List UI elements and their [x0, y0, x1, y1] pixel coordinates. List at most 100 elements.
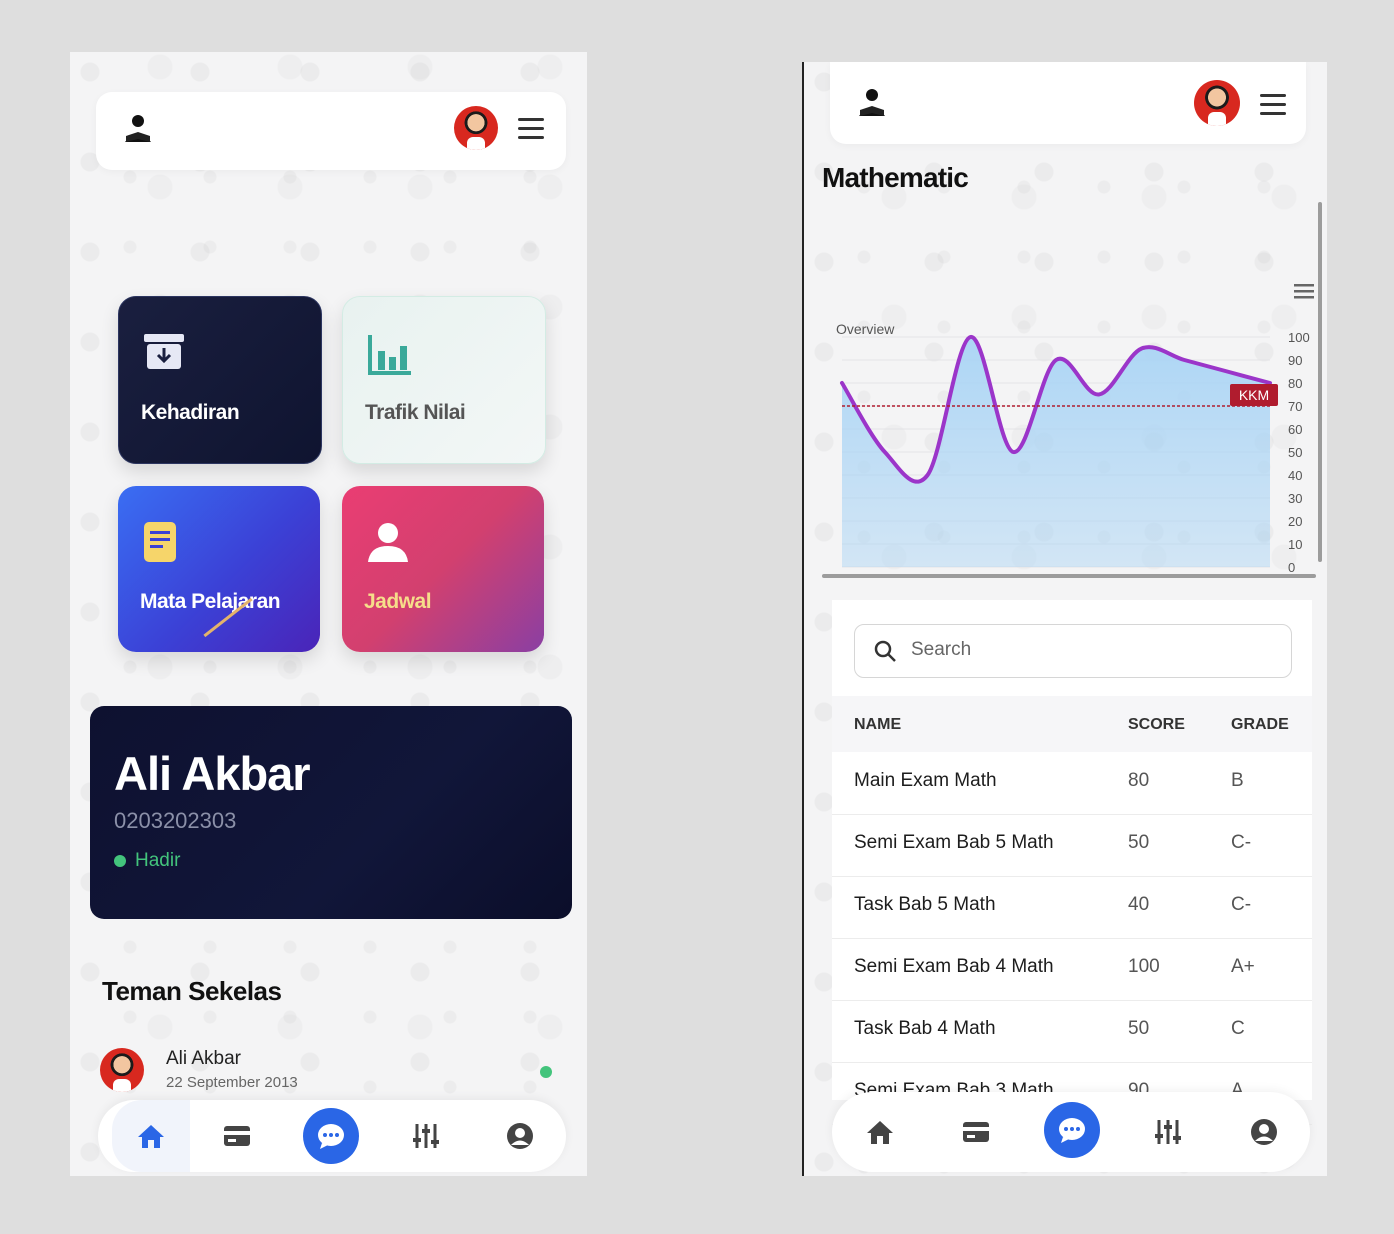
chart-menu-icon	[1294, 290, 1314, 293]
status-text: Hadir	[135, 850, 181, 871]
home-screen: Kehadiran Trafik Nilai Mata Pelajaran Ja…	[70, 52, 587, 1176]
account-icon	[1251, 1119, 1277, 1145]
col-header-score[interactable]: SCORE	[1128, 716, 1185, 734]
bottom-nav	[832, 1092, 1310, 1172]
sliders-icon	[1155, 1120, 1181, 1144]
nav-account[interactable]	[1234, 1092, 1294, 1172]
online-dot	[540, 1066, 552, 1078]
bottom-nav	[98, 1100, 566, 1172]
cell-score: 80	[1128, 770, 1150, 791]
page-title: Mathematic	[822, 162, 969, 193]
cell-score: 50	[1128, 1018, 1150, 1039]
chart-title: Overview	[836, 321, 895, 337]
nav-sliders[interactable]	[1138, 1092, 1198, 1172]
y-tick-label: 70	[1288, 399, 1302, 414]
cell-score: 50	[1128, 832, 1150, 853]
search-icon	[874, 640, 896, 662]
cell-name: Task Bab 4 Math	[854, 1018, 996, 1039]
sliders-icon	[413, 1124, 439, 1148]
home-icon	[867, 1121, 893, 1144]
avatar[interactable]	[454, 106, 498, 150]
account-icon	[507, 1123, 533, 1149]
bar-chart-icon	[368, 335, 411, 375]
nav-account[interactable]	[490, 1100, 550, 1172]
y-tick-label: 90	[1288, 353, 1302, 368]
reading-student-logo-icon[interactable]	[854, 86, 890, 122]
student-name: Ali Akbar	[114, 747, 311, 800]
cell-score: 40	[1128, 894, 1150, 915]
top-bar	[96, 92, 566, 170]
col-header-grade[interactable]: GRADE	[1231, 716, 1289, 734]
top-bar	[830, 62, 1306, 144]
nav-home[interactable]	[850, 1092, 910, 1172]
search-placeholder: Search	[911, 639, 972, 660]
table-row[interactable]: Main Exam Math 80 B	[832, 752, 1312, 815]
table-row[interactable]: Task Bab 5 Math 40 C-	[832, 876, 1312, 939]
student-id: 0203202303	[114, 808, 237, 833]
cell-grade: B	[1231, 770, 1244, 791]
tile-kehadiran[interactable]: Kehadiran	[118, 296, 322, 464]
cell-name: Semi Exam Bab 5 Math	[854, 832, 1054, 853]
archive-download-icon	[144, 334, 184, 369]
card-icon	[224, 1126, 250, 1146]
scrollbar-horizontal[interactable]	[822, 574, 1316, 578]
nav-card[interactable]	[946, 1092, 1006, 1172]
tile-trafik-nilai[interactable]: Trafik Nilai	[342, 296, 546, 464]
cell-grade: C-	[1231, 894, 1252, 915]
y-tick-label: 100	[1288, 330, 1310, 345]
hamburger-menu-icon[interactable]	[518, 118, 544, 140]
y-tick-label: 40	[1288, 468, 1302, 483]
cell-grade: C-	[1231, 832, 1252, 853]
list-item[interactable]: Ali Akbar 22 September 2013	[100, 1046, 570, 1102]
tile-label: Kehadiran	[141, 401, 240, 424]
nav-chat[interactable]	[303, 1108, 359, 1164]
chart-menu-icon	[1294, 296, 1314, 299]
status-badge: Hadir	[114, 850, 180, 872]
area-chart: KKMOverview1009080706050403020100BC-C-A+…	[836, 284, 1314, 598]
hamburger-menu-icon[interactable]	[1260, 94, 1286, 116]
cell-name: Task Bab 5 Math	[854, 894, 996, 915]
nav-card[interactable]	[207, 1100, 267, 1172]
section-title: Teman Sekelas	[102, 976, 282, 1006]
chart-menu-icon	[1294, 284, 1314, 287]
table-row[interactable]: Task Bab 4 Math 50 C	[832, 1000, 1312, 1063]
y-tick-label: 60	[1288, 422, 1302, 437]
classmate-name: Ali Akbar	[166, 1048, 241, 1069]
y-tick-label: 0	[1288, 560, 1295, 572]
nav-sliders[interactable]	[396, 1100, 456, 1172]
home-icon	[138, 1125, 164, 1148]
tile-mata-pelajaran[interactable]: Mata Pelajaran	[118, 486, 320, 652]
document-icon	[144, 522, 176, 562]
tile-label: Mata Pelajaran	[140, 590, 281, 613]
cell-name: Semi Exam Bab 4 Math	[854, 956, 1054, 977]
chat-icon	[1059, 1118, 1085, 1143]
chat-icon	[318, 1124, 344, 1149]
avatar	[100, 1048, 144, 1092]
y-tick-label: 80	[1288, 376, 1302, 391]
status-dot	[114, 854, 126, 867]
y-tick-label: 50	[1288, 445, 1302, 460]
user-icon	[368, 523, 408, 562]
card-icon	[963, 1122, 989, 1142]
nav-chat[interactable]	[1044, 1102, 1100, 1158]
tile-label: Jadwal	[364, 590, 432, 613]
cell-grade: A+	[1231, 956, 1255, 977]
cell-name: Main Exam Math	[854, 770, 997, 791]
search-input[interactable]: Search	[854, 624, 1292, 678]
scrollbar-vertical[interactable]	[1318, 202, 1322, 562]
table-row[interactable]: Semi Exam Bab 4 Math 100 A+	[832, 938, 1312, 1001]
y-tick-label: 30	[1288, 491, 1302, 506]
cell-score: 100	[1128, 956, 1160, 977]
nav-home[interactable]	[112, 1100, 190, 1172]
y-tick-label: 10	[1288, 537, 1302, 552]
tile-jadwal[interactable]: Jadwal	[342, 486, 544, 652]
student-card: Ali Akbar 0203202303 Hadir	[90, 706, 572, 919]
table-row[interactable]: Semi Exam Bab 5 Math 50 C-	[832, 814, 1312, 877]
classmate-date: 22 September 2013	[166, 1074, 298, 1091]
tile-label: Trafik Nilai	[365, 401, 466, 424]
avatar[interactable]	[1194, 80, 1240, 126]
y-tick-label: 20	[1288, 514, 1302, 529]
col-header-name[interactable]: NAME	[854, 716, 901, 734]
cell-grade: C	[1231, 1018, 1245, 1039]
reading-student-logo-icon[interactable]	[120, 112, 156, 148]
